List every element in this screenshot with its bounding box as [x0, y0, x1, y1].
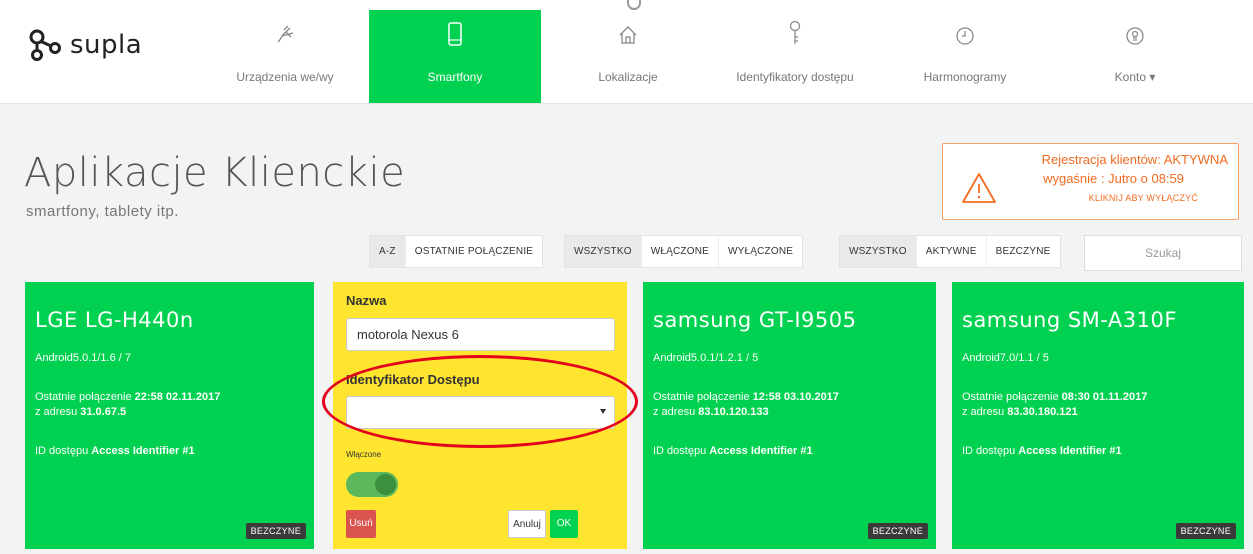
nav-item-devices[interactable]: Urządzenia we/wy — [205, 10, 365, 103]
nav-label: Identyfikatory dostępu — [736, 70, 854, 84]
home-icon — [558, 10, 698, 50]
cancel-button[interactable]: Anuluj — [508, 510, 546, 538]
ok-button[interactable]: OK — [550, 510, 578, 538]
nav-label: Harmonogramy — [923, 70, 1007, 84]
top-navbar: supla Urządzenia we/wy Smartfony Lokaliz… — [0, 0, 1253, 104]
state-enabled-button[interactable]: WŁĄCZONE — [642, 236, 719, 267]
key-icon — [705, 10, 885, 50]
nav-label: Urządzenia we/wy — [236, 70, 334, 84]
highlight-annotation — [322, 355, 638, 448]
registration-status-text: Rejestracja klientów: AKTYWNA — [1041, 152, 1228, 167]
supla-logo-icon — [29, 29, 61, 61]
clock-icon — [895, 10, 1035, 50]
nav-label: Konto ▾ — [1114, 70, 1156, 84]
plug-icon — [205, 10, 365, 50]
name-label: Nazwa — [346, 293, 387, 308]
name-input[interactable]: motorola Nexus 6 — [346, 318, 615, 351]
cursor-indicator — [627, 0, 641, 10]
device-version: Android7.0/1.1 / 5 — [962, 352, 1049, 364]
device-last-connection: Ostatnie połączenie 22:58 02.11.2017 z a… — [35, 391, 221, 418]
activity-all-button[interactable]: WSZYSTKO — [840, 236, 917, 267]
nav-item-locations[interactable]: Lokalizacje — [558, 10, 698, 103]
nav-item-smartphones[interactable]: Smartfony — [369, 10, 541, 103]
sort-filter-group: A-Z OSTATNIE POŁĄCZENIE — [369, 235, 544, 268]
nav-item-account[interactable]: Konto ▾ — [1080, 10, 1190, 103]
device-access-id: ID dostępu Access Identifier #1 — [653, 445, 813, 457]
warning-icon — [962, 173, 996, 203]
registration-status-box[interactable]: Rejestracja klientów: AKTYWNA wygaśnie :… — [942, 143, 1239, 220]
device-access-id: ID dostępu Access Identifier #1 — [35, 445, 195, 457]
registration-expiry-text: wygaśnie : Jutro o 08:59 — [1043, 171, 1184, 186]
smartphone-icon — [369, 10, 541, 50]
nav-label: Smartfony — [427, 70, 483, 84]
enabled-label: Włączone — [346, 450, 382, 459]
nav-item-access-ids[interactable]: Identyfikatory dostępu — [705, 10, 885, 103]
device-last-connection: Ostatnie połączenie 08:30 01.11.2017 z a… — [962, 391, 1148, 418]
brand-logo[interactable]: supla — [28, 28, 142, 62]
status-badge: BEZCZYNE — [245, 523, 306, 539]
device-name: LGE LG-H440n — [35, 308, 194, 332]
page-title: Aplikacje Klienckie — [24, 150, 406, 196]
device-card[interactable]: samsung SM-A310F Android7.0/1.1 / 5 Osta… — [952, 282, 1244, 549]
device-version: Android5.0.1/1.2.1 / 5 — [653, 352, 759, 364]
enabled-toggle[interactable] — [346, 472, 398, 497]
device-version: Android5.0.1/1.6 / 7 — [35, 352, 132, 364]
device-name: samsung SM-A310F — [962, 308, 1177, 332]
state-filter-group: WSZYSTKO WŁĄCZONE WYŁĄCZONE — [564, 235, 804, 268]
page-subtitle: smartfony, tablety itp. — [26, 203, 179, 220]
search-input[interactable] — [1084, 235, 1242, 271]
registration-disable-link[interactable]: KLIKNIJ ABY WYŁĄCZYĆ — [1089, 193, 1198, 203]
status-badge: BEZCZYNE — [867, 523, 928, 539]
sort-az-button[interactable]: A-Z — [370, 236, 406, 267]
device-card[interactable]: samsung GT-I9505 Android5.0.1/1.2.1 / 5 … — [643, 282, 936, 549]
user-icon — [1080, 10, 1190, 50]
state-all-button[interactable]: WSZYSTKO — [565, 236, 642, 267]
status-badge: BEZCZYNE — [1175, 523, 1236, 539]
device-access-id: ID dostępu Access Identifier #1 — [962, 445, 1122, 457]
activity-filter-group: WSZYSTKO AKTYWNE BEZCZYNE — [839, 235, 1061, 268]
activity-idle-button[interactable]: BEZCZYNE — [987, 236, 1060, 267]
toggle-knob — [375, 474, 396, 495]
device-card[interactable]: LGE LG-H440n Android5.0.1/1.6 / 7 Ostatn… — [25, 282, 314, 549]
nav-item-schedules[interactable]: Harmonogramy — [895, 10, 1035, 103]
delete-button[interactable]: Usuń — [346, 510, 376, 538]
nav-label: Lokalizacje — [598, 70, 658, 84]
brand-name: supla — [70, 30, 143, 60]
device-name: samsung GT-I9505 — [653, 308, 857, 332]
device-last-connection: Ostatnie połączenie 12:58 03.10.2017 z a… — [653, 391, 839, 418]
sort-last-connection-button[interactable]: OSTATNIE POŁĄCZENIE — [406, 236, 542, 267]
state-disabled-button[interactable]: WYŁĄCZONE — [719, 236, 802, 267]
activity-active-button[interactable]: AKTYWNE — [917, 236, 987, 267]
